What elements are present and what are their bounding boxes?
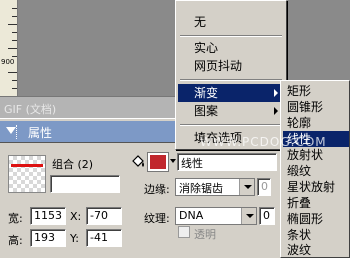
object-thumbnail [8, 155, 46, 193]
fill-color-swatch[interactable] [147, 152, 169, 172]
submenu-arrow-icon [274, 89, 278, 97]
chevron-down-icon[interactable] [170, 159, 176, 163]
height-label: 高: [8, 234, 23, 247]
menu-item-none[interactable]: 无 [178, 13, 284, 31]
submenu-item-ripples[interactable]: 波纹 [283, 242, 349, 258]
collapse-arrow-icon[interactable] [6, 127, 16, 134]
edge-amount-field[interactable]: 0 [257, 178, 271, 196]
submenu-item-rectangle[interactable]: 矩形 [283, 83, 349, 99]
transparent-label: 透明 [194, 228, 216, 241]
transparent-checkbox[interactable] [178, 226, 190, 238]
height-field[interactable]: 193 [30, 229, 66, 247]
menu-item-solid[interactable]: 实心 [178, 39, 284, 57]
paint-bucket-icon [132, 155, 144, 167]
submenu-item-radial[interactable]: 放射状 [283, 147, 349, 163]
texture-label: 纹理: [144, 212, 170, 225]
y-label: Y: [70, 232, 79, 245]
submenu-item-folds[interactable]: 折叠 [283, 195, 349, 211]
edge-select[interactable]: 消除锯齿 [175, 178, 255, 196]
gradient-submenu: 矩形 圆锥形 轮廓 线性 放射状 缎纹 星状放射 折叠 椭圆形 条状 波纹 [280, 80, 350, 258]
document-tab[interactable]: GIF (文档) [4, 101, 56, 117]
submenu-item-ellipse[interactable]: 椭圆形 [283, 211, 349, 227]
x-label: X: [70, 210, 82, 223]
x-field[interactable]: -70 [86, 207, 122, 225]
menu-item-web-dither[interactable]: 网页抖动 [178, 57, 284, 75]
object-name-label: 组合 (2) [52, 158, 94, 171]
grip-icon[interactable] [16, 125, 19, 139]
texture-amount-field[interactable]: 0 [259, 207, 275, 225]
submenu-item-bars[interactable]: 条状 [283, 227, 349, 243]
width-label: 宽: [8, 212, 23, 225]
width-field[interactable]: 1153 [30, 207, 66, 225]
menu-item-gradient[interactable]: 渐变 [178, 84, 284, 102]
y-field[interactable]: -41 [86, 229, 122, 247]
texture-select[interactable]: DNA [175, 207, 257, 225]
watermark-text: WWW.PCDOG.COM [200, 135, 327, 149]
submenu-item-satin[interactable]: 缎纹 [283, 163, 349, 179]
submenu-item-contour[interactable]: 轮廓 [283, 115, 349, 131]
submenu-item-cone[interactable]: 圆锥形 [283, 99, 349, 115]
menu-item-pattern[interactable]: 图案 [178, 102, 284, 120]
object-name-field[interactable] [50, 175, 120, 193]
edge-label: 边缘: [144, 183, 170, 196]
submenu-arrow-icon [274, 107, 278, 115]
ruler-label: 900 [1, 58, 15, 66]
vertical-ruler: 900 [0, 0, 18, 96]
submenu-item-starburst[interactable]: 星状放射 [283, 179, 349, 195]
fill-type-field[interactable]: 线性 [177, 153, 277, 171]
panel-title: 属性 [28, 126, 53, 140]
fill-context-menu: 无 实心 网页抖动 渐变 图案 填充选项 [175, 0, 287, 150]
